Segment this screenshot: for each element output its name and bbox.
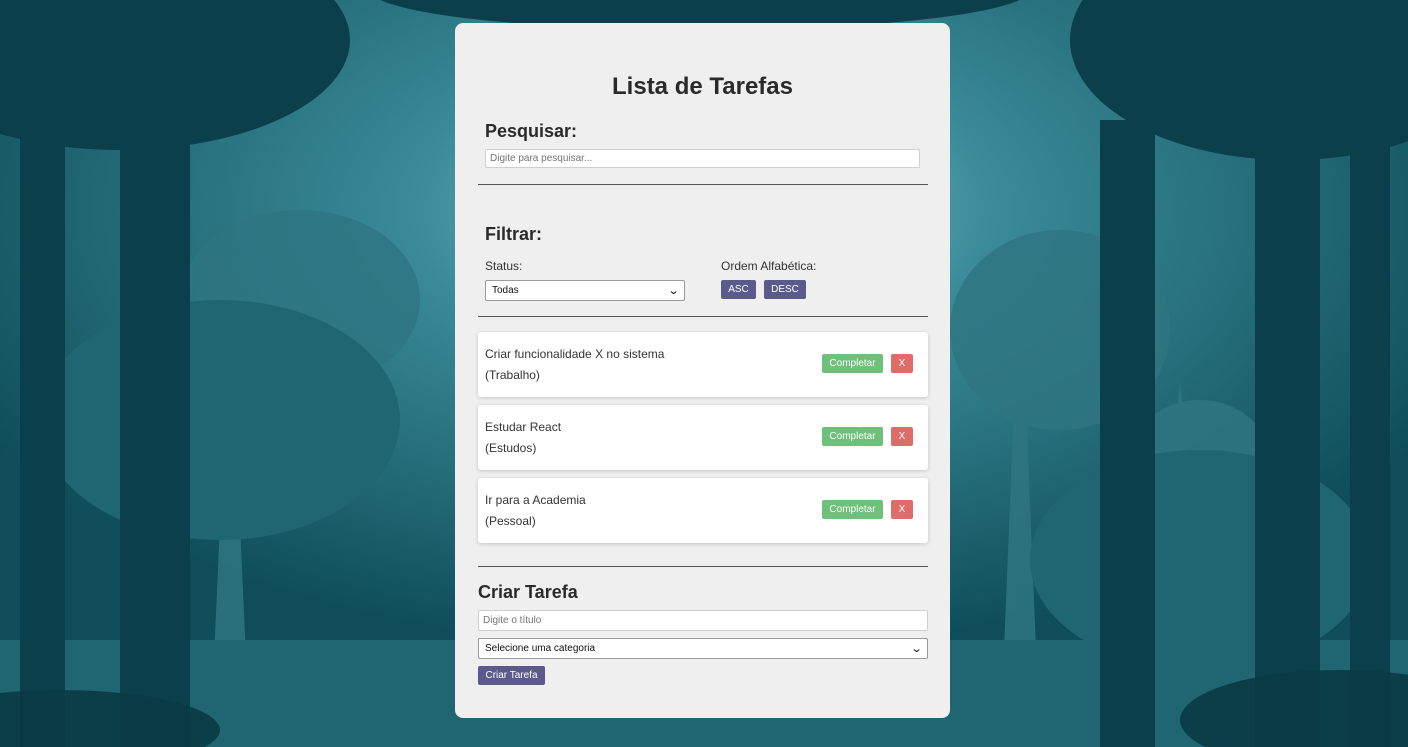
complete-button[interactable]: Completar <box>822 500 883 519</box>
task-title: Ir para a Academia <box>485 493 586 507</box>
task-item: Ir para a Academia (Pessoal) Completar X <box>478 478 928 543</box>
page-title: Lista de Tarefas <box>612 73 793 100</box>
task-title-input[interactable] <box>478 610 928 631</box>
sort-asc-button[interactable]: ASC <box>721 280 756 299</box>
chevron-down-icon: ⌄ <box>910 643 923 655</box>
task-item: Estudar React (Estudos) Completar X <box>478 405 928 470</box>
search-input[interactable] <box>485 149 920 168</box>
task-category: (Estudos) <box>485 441 537 455</box>
status-label: Status: <box>485 259 523 273</box>
task-title: Estudar React <box>485 420 562 434</box>
filter-heading: Filtrar: <box>485 224 543 244</box>
divider <box>478 316 928 317</box>
create-heading: Criar Tarefa <box>478 582 578 602</box>
category-select-value: Selecione uma categoria <box>485 643 596 654</box>
sort-desc-button[interactable]: DESC <box>764 280 806 299</box>
category-select[interactable]: Selecione uma categoria ⌄ <box>478 638 928 659</box>
search-heading: Pesquisar: <box>485 121 578 141</box>
todo-panel: Lista de Tarefas Pesquisar: Filtrar: Sta… <box>455 23 950 718</box>
divider <box>478 184 928 185</box>
status-select[interactable]: Todas ⌄ <box>485 280 685 301</box>
create-task-button[interactable]: Criar Tarefa <box>478 666 545 685</box>
chevron-down-icon: ⌄ <box>667 285 680 297</box>
sort-label: Ordem Alfabética: <box>721 259 817 273</box>
complete-button[interactable]: Completar <box>822 354 883 373</box>
remove-button[interactable]: X <box>891 354 913 373</box>
remove-button[interactable]: X <box>891 500 913 519</box>
task-item: Criar funcionalidade X no sistema (Traba… <box>478 332 928 397</box>
remove-button[interactable]: X <box>891 427 913 446</box>
task-title: Criar funcionalidade X no sistema <box>485 347 665 361</box>
status-select-value: Todas <box>492 285 519 296</box>
complete-button[interactable]: Completar <box>822 427 883 446</box>
task-category: (Trabalho) <box>485 368 540 382</box>
divider <box>478 566 928 567</box>
task-category: (Pessoal) <box>485 514 536 528</box>
